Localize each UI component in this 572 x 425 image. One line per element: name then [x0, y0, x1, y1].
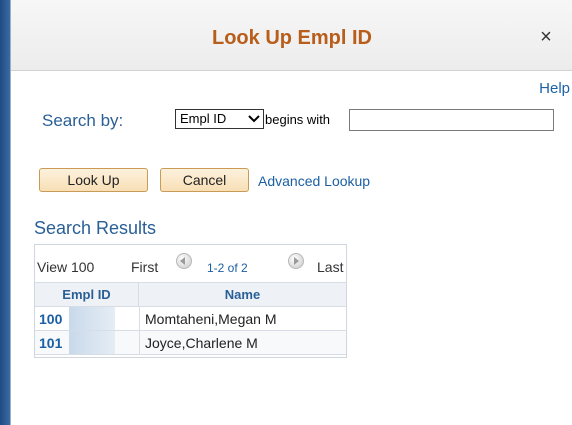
- cell-divider: [139, 331, 140, 354]
- cancel-button[interactable]: Cancel: [160, 168, 249, 192]
- close-icon[interactable]: ×: [537, 27, 555, 47]
- help-link[interactable]: Help: [539, 80, 570, 97]
- empl-id-link[interactable]: 101: [39, 335, 62, 351]
- background-window-edge: [0, 0, 10, 425]
- column-header-name[interactable]: Name: [139, 282, 346, 307]
- employee-name: Momtaheni,Megan M: [145, 311, 277, 327]
- table-row: 100 Momtaheni,Megan M: [35, 307, 346, 331]
- view-100-link[interactable]: View 100: [37, 259, 94, 275]
- cell-divider: [139, 307, 140, 330]
- look-up-button[interactable]: Look Up: [39, 168, 148, 192]
- first-link[interactable]: First: [131, 259, 158, 275]
- employee-name: Joyce,Charlene M: [145, 335, 258, 351]
- redaction-mask: [69, 307, 115, 330]
- chevron-down-icon: [248, 110, 260, 129]
- results-grid: View 100 First 1-2 of 2 Last Empl ID Nam…: [34, 244, 347, 358]
- table-row: 101 Joyce,Charlene M: [35, 331, 346, 355]
- dialog-title: Look Up Empl ID: [212, 27, 372, 49]
- last-link[interactable]: Last: [317, 259, 343, 275]
- previous-arrow-icon[interactable]: [176, 253, 192, 269]
- lookup-dialog: Look Up Empl ID × Help Search by: Empl I…: [10, 0, 572, 425]
- column-header-empl-id[interactable]: Empl ID: [35, 282, 139, 307]
- grid-navigation: View 100 First 1-2 of 2 Last: [35, 245, 346, 282]
- advanced-lookup-link[interactable]: Advanced Lookup: [258, 173, 370, 189]
- next-arrow-icon[interactable]: [288, 253, 304, 269]
- dialog-titlebar: Look Up Empl ID ×: [11, 0, 572, 71]
- search-field-select-value: Empl ID: [180, 111, 227, 126]
- search-field-select[interactable]: Empl ID: [175, 109, 264, 129]
- search-results-title: Search Results: [34, 218, 157, 238]
- row-count: 1-2 of 2: [207, 261, 248, 275]
- search-by-label: Search by:: [42, 111, 124, 130]
- operator-label: begins with: [265, 112, 331, 127]
- search-input[interactable]: [349, 109, 554, 131]
- redaction-mask: [69, 331, 115, 354]
- empl-id-link[interactable]: 100: [39, 311, 62, 327]
